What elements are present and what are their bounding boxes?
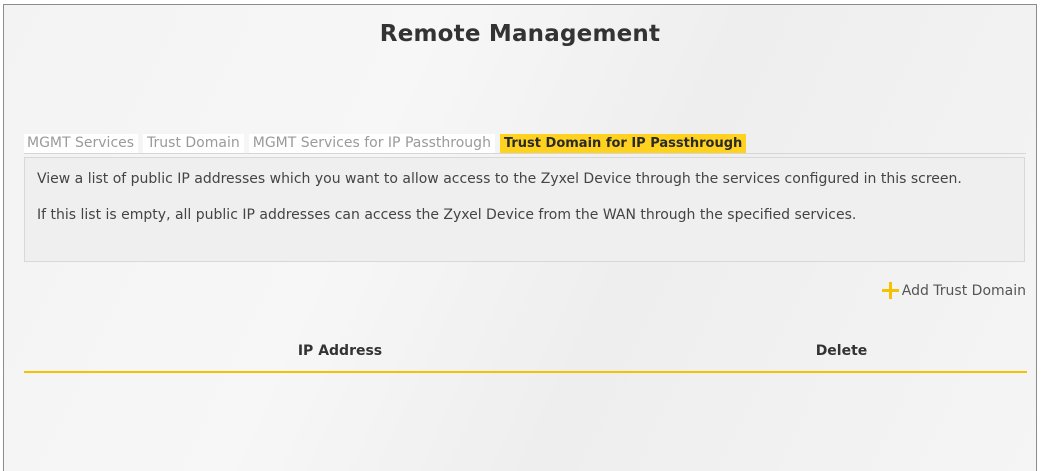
column-header-delete: Delete (815, 343, 868, 359)
info-box: View a list of public IP addresses which… (24, 157, 1025, 262)
column-header-ip-address: IP Address (297, 343, 383, 359)
tab-trust-domain[interactable]: Trust Domain (143, 134, 244, 153)
page-title: Remote Management (379, 21, 661, 47)
info-text-1: View a list of public IP addresses which… (37, 171, 962, 187)
remote-management-panel: Remote Management MGMT Services Trust Do… (3, 4, 1037, 471)
tab-bar: MGMT Services Trust Domain MGMT Services… (24, 134, 747, 153)
plus-icon (881, 282, 899, 299)
tab-trust-domain-ip-passthrough[interactable]: Trust Domain for IP Passthrough (499, 134, 747, 153)
add-trust-domain-label: Add Trust Domain (901, 282, 1026, 299)
table-header-divider (24, 371, 1027, 373)
info-text-2: If this list is empty, all public IP add… (37, 207, 857, 223)
tab-divider (24, 153, 1026, 154)
tab-mgmt-services-ip-passthrough[interactable]: MGMT Services for IP Passthrough (248, 134, 495, 153)
add-trust-domain-button[interactable]: Add Trust Domain (881, 282, 1026, 299)
table-header: IP Address Delete (24, 333, 1027, 369)
tab-mgmt-services[interactable]: MGMT Services (24, 134, 139, 153)
